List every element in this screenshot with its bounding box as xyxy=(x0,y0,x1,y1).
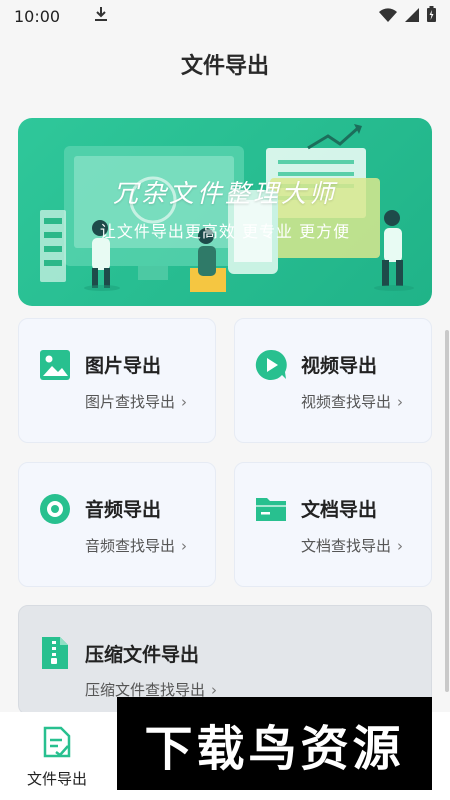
status-time: 10:00 xyxy=(14,6,61,26)
promo-banner[interactable]: 冗杂文件整理大师 让文件导出更高效 更专业 更方便 xyxy=(18,118,432,306)
audio-disc-icon xyxy=(39,493,71,525)
chevron-right-icon: › xyxy=(181,393,188,411)
wifi-icon xyxy=(379,7,397,26)
page-title: 文件导出 xyxy=(180,54,269,79)
card-subtitle: 视频查找导出 › xyxy=(301,393,404,411)
card-subtitle: 音频查找导出 › xyxy=(85,537,188,555)
status-indicators xyxy=(379,6,436,26)
nav-label: 文件导出 xyxy=(26,770,87,788)
card-title: 音频导出 xyxy=(85,499,162,521)
banner-illustration xyxy=(40,124,414,292)
image-icon xyxy=(39,349,71,381)
nav-item-file-export[interactable]: 文件导出 xyxy=(20,720,94,790)
video-play-icon xyxy=(255,349,287,381)
chevron-right-icon: › xyxy=(181,537,188,555)
card-title: 压缩文件导出 xyxy=(85,644,200,666)
battery-icon xyxy=(427,6,436,26)
signal-icon xyxy=(405,7,419,26)
card-subtitle: 图片查找导出 › xyxy=(85,393,188,411)
status-bar: 10:00 xyxy=(0,0,450,32)
card-title: 视频导出 xyxy=(301,355,378,377)
folder-icon xyxy=(255,493,287,525)
download-icon xyxy=(94,6,108,26)
card-title: 图片导出 xyxy=(85,355,162,377)
document-export-card[interactable]: 文档导出 文档查找导出 › xyxy=(234,462,432,587)
image-export-card[interactable]: 图片导出 图片查找导出 › xyxy=(18,318,216,443)
video-export-card[interactable]: 视频导出 视频查找导出 › xyxy=(234,318,432,443)
zip-file-icon xyxy=(39,636,71,669)
banner-title: 冗杂文件整理大师 xyxy=(112,179,337,208)
banner-subtitle: 让文件导出更高效 更专业 更方便 xyxy=(99,222,351,241)
audio-export-card[interactable]: 音频导出 音频查找导出 › xyxy=(18,462,216,587)
file-export-icon xyxy=(42,726,72,762)
card-subtitle: 文档查找导出 › xyxy=(301,537,404,555)
chevron-right-icon: › xyxy=(397,537,404,555)
watermark-logo: 下载鸟资源 xyxy=(117,697,432,790)
scrollbar[interactable] xyxy=(445,330,449,692)
card-title: 文档导出 xyxy=(301,499,378,521)
chevron-right-icon: › xyxy=(397,393,404,411)
